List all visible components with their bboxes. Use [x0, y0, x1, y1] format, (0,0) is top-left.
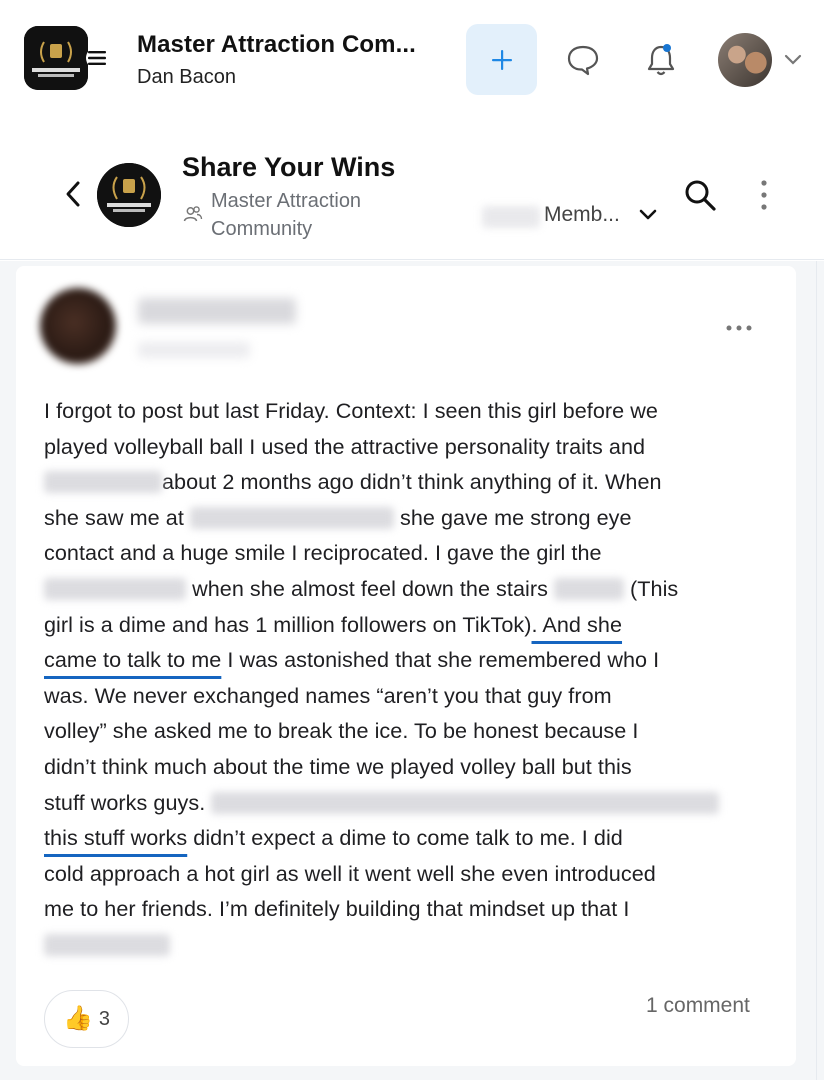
- app-subtitle: Dan Bacon: [137, 66, 236, 88]
- post-line: she saw me at she gave me strong eye: [44, 504, 632, 530]
- laurel-crest-icon: [24, 26, 88, 90]
- post-line: played volleyball ball I used the attrac…: [44, 433, 646, 459]
- post-line: I forgot to post but last Friday. Contex…: [44, 398, 658, 423]
- top-bar: Master Attraction Com... Dan Bacon: [0, 0, 824, 120]
- search-icon[interactable]: [683, 178, 717, 212]
- people-icon: [183, 206, 203, 222]
- plus-icon: [491, 49, 512, 70]
- underlined-highlight: came to talk to me: [44, 647, 222, 673]
- group-logo[interactable]: [97, 163, 161, 227]
- app-title[interactable]: Master Attraction Com...: [137, 31, 416, 59]
- underlined-highlight: . And she: [531, 611, 623, 637]
- post-line: didn’t think much about the time we play…: [44, 753, 632, 779]
- post-line: me to her friends. I’m definitely buildi…: [44, 896, 630, 922]
- redacted-text: [44, 471, 162, 494]
- author-avatar[interactable]: [40, 288, 116, 364]
- hamburger-menu-icon[interactable]: [86, 47, 108, 69]
- post-line: volley” she asked me to break the ice. T…: [44, 718, 639, 744]
- more-horizontal-icon[interactable]: [724, 318, 754, 338]
- scrollbar-track[interactable]: [816, 261, 824, 1080]
- members-label[interactable]: Memb...: [544, 203, 620, 227]
- comments-link[interactable]: 1 comment: [646, 994, 750, 1018]
- post-line: came to talk to me I was astonished that…: [44, 647, 660, 673]
- author-name-redacted[interactable]: [138, 298, 296, 324]
- redacted-text: [211, 791, 720, 814]
- chat-bubble-icon[interactable]: [566, 44, 600, 76]
- post-line: [44, 927, 784, 963]
- underlined-highlight: this stuff works: [44, 825, 188, 851]
- post-line: stuff works guys.: [44, 785, 784, 821]
- reaction-button[interactable]: 👍 3: [44, 990, 129, 1048]
- members-count-redacted: [482, 206, 540, 228]
- post-line: girl is a dime and has 1 million followe…: [44, 611, 623, 637]
- bell-icon[interactable]: [644, 42, 678, 78]
- post-line: was. We never exchanged names “aren’t yo…: [44, 682, 612, 708]
- post-line: this stuff works didn’t expect a dime to…: [44, 825, 623, 851]
- redacted-text: [44, 933, 170, 956]
- thumbs-up-icon: 👍: [62, 1005, 93, 1032]
- post-line: when she almost feel down the stairs (Th…: [44, 571, 784, 607]
- chevron-down-icon[interactable]: [784, 52, 802, 66]
- post-line: about 2 months ago didn’t think anything…: [44, 464, 784, 500]
- redacted-text: [189, 506, 394, 529]
- more-vertical-icon[interactable]: [756, 178, 772, 212]
- post-line: contact and a huge smile I reciprocated.…: [44, 540, 602, 566]
- post-line: cold approach a hot girl as well it went…: [44, 860, 656, 886]
- user-avatar[interactable]: [718, 33, 772, 87]
- notification-dot: [663, 44, 671, 52]
- chevron-down-icon[interactable]: [638, 207, 658, 223]
- reaction-count: 3: [98, 1007, 110, 1030]
- post-timestamp-redacted: [138, 342, 250, 358]
- create-button[interactable]: [466, 24, 537, 95]
- laurel-crest-icon: [97, 163, 161, 227]
- redacted-text: [44, 577, 186, 600]
- post-body: I forgot to post but last Friday. Contex…: [44, 393, 784, 963]
- community-logo[interactable]: [24, 26, 88, 90]
- group-header: Share Your Wins Master Attraction Commun…: [0, 120, 824, 260]
- redacted-text: [554, 577, 624, 600]
- group-title: Share Your Wins: [182, 152, 396, 182]
- group-community-link[interactable]: Master Attraction Community: [211, 187, 411, 243]
- chevron-left-icon[interactable]: [62, 180, 84, 208]
